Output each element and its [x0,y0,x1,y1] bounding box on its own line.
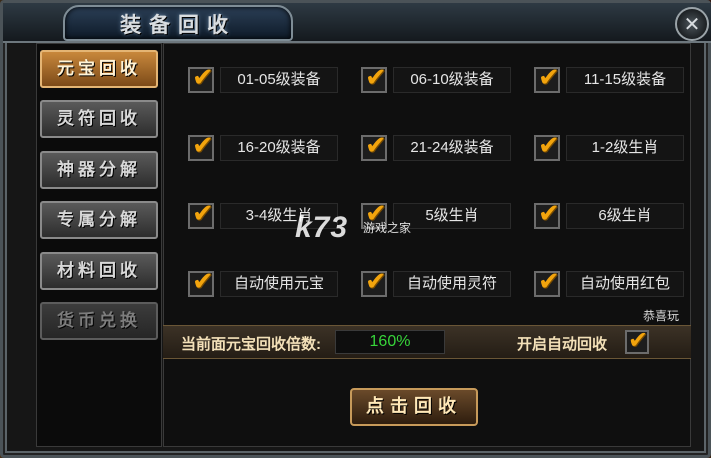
option-label: 06-10级装备 [393,67,511,93]
checkbox[interactable] [188,199,214,229]
checkbox[interactable] [361,63,387,93]
tab-currency-exchange[interactable]: 货币兑换 [40,302,158,340]
auto-recycle-checkbox[interactable] [625,326,649,354]
checkbox[interactable] [188,63,214,93]
checkbox[interactable] [188,131,214,161]
checkbox[interactable] [361,131,387,161]
scrolling-notice: 恭喜玩 [643,309,680,323]
option-label: 01-05级装备 [220,67,338,93]
recycle-button[interactable]: 点击回收 [350,388,478,426]
watermark-subtext: 游戏之家 [363,221,412,235]
rate-value: 160% [369,333,411,350]
k73-watermark-logo: k73 游戏之家 [295,211,411,245]
watermark-logo-text: k73 [295,211,349,244]
checkbox[interactable] [361,267,387,297]
checkbox[interactable] [534,267,560,297]
option-label: 21-24级装备 [393,135,511,161]
checkbox[interactable] [534,199,560,229]
checkbox[interactable] [534,63,560,93]
option-label: 自动使用红包 [566,271,684,297]
sidebar: 元宝回收 灵符回收 神器分解 专属分解 材料回收 货币兑换 [36,43,162,447]
checkbox[interactable] [534,131,560,161]
tab-exclusive-decompose[interactable]: 专属分解 [40,201,158,239]
option-label: 自动使用灵符 [393,271,511,297]
rate-label: 当前面元宝回收倍数: [181,336,321,353]
tab-yuanbao-recycle[interactable]: 元宝回收 [40,50,158,88]
tab-material-recycle[interactable]: 材料回收 [40,252,158,290]
options-panel [163,43,691,447]
option-label: 1-2级生肖 [566,135,684,161]
window-title: 装备回收 [120,12,236,37]
tab-lingfu-recycle[interactable]: 灵符回收 [40,100,158,138]
option-label: 6级生肖 [566,203,684,229]
recycle-window: 装备回收 ✕ 元宝回收 灵符回收 神器分解 专属分解 材料回收 货币兑换 01-… [0,0,711,458]
auto-recycle-label: 开启自动回收 [517,336,608,353]
close-icon[interactable]: ✕ [675,7,709,41]
option-label: 16-20级装备 [220,135,338,161]
tab-artifact-decompose[interactable]: 神器分解 [40,151,158,189]
checkbox[interactable] [188,267,214,297]
option-label: 自动使用元宝 [220,271,338,297]
option-label: 11-15级装备 [566,67,684,93]
